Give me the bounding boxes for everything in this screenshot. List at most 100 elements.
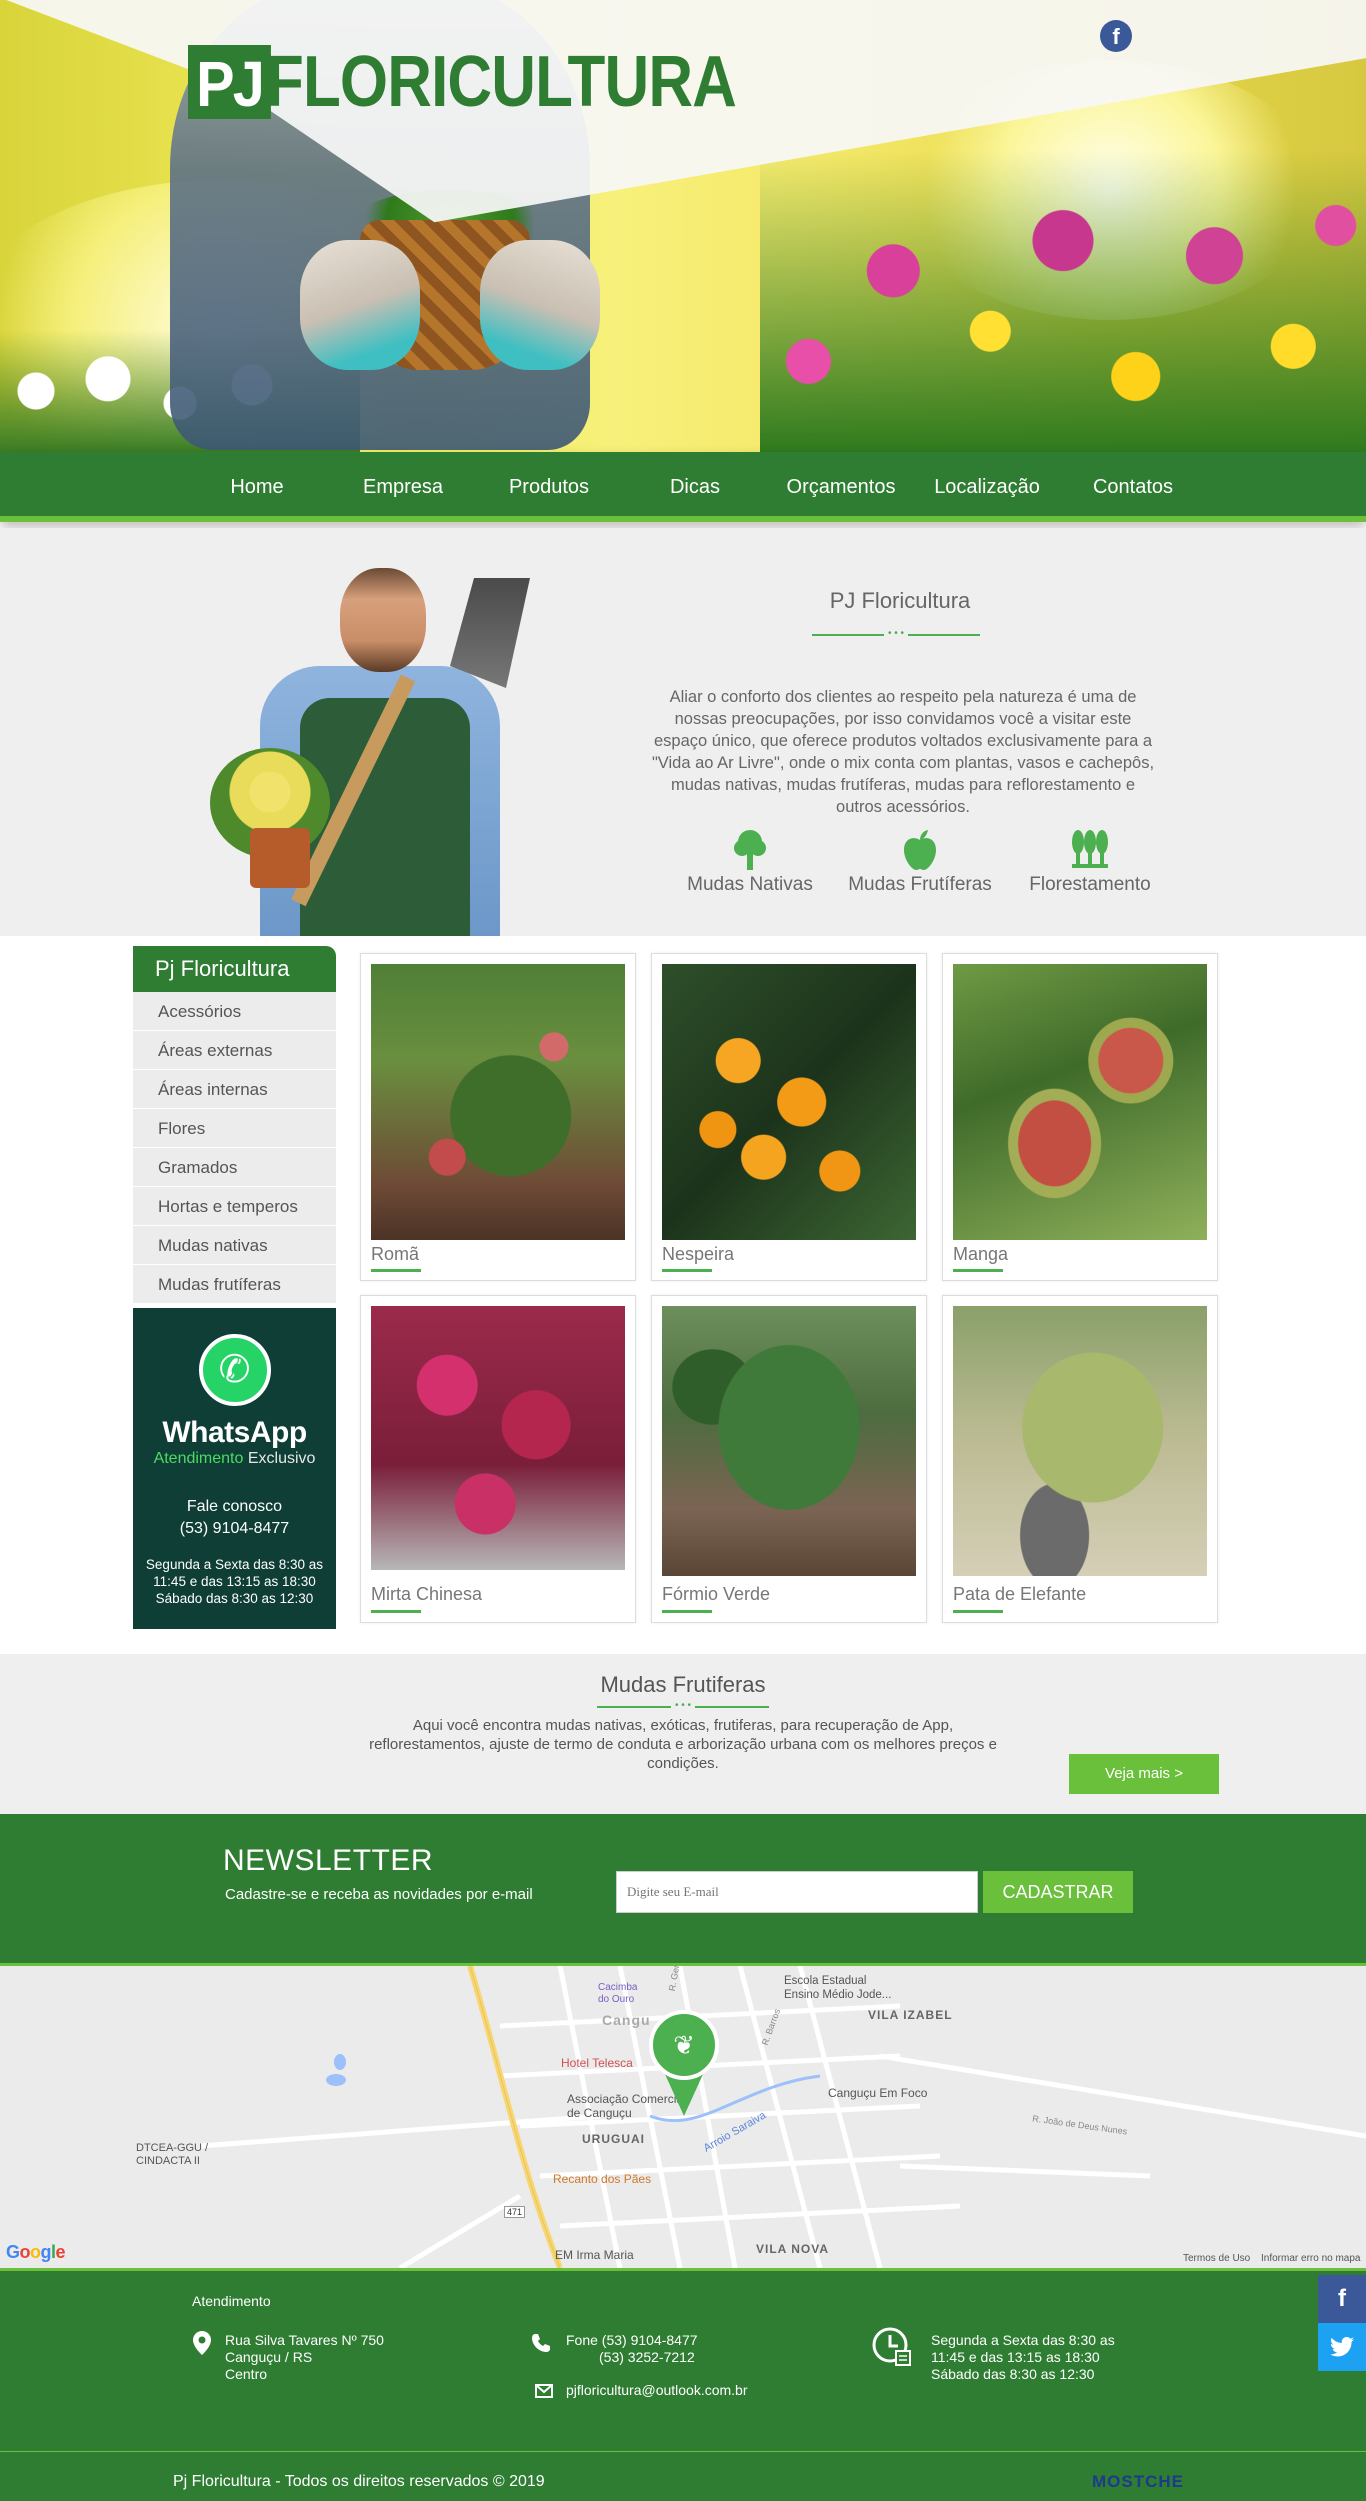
product-image-roma[interactable] [371,964,625,1240]
logo-pj: PJ [188,45,272,120]
category-sidebar: Pj Floricultura Acessórios Áreas externa… [133,946,336,1629]
product-name[interactable]: Nespeira [662,1244,734,1265]
about-title: PJ Floricultura [829,588,971,613]
email-icon [535,2384,553,2398]
location-map[interactable]: Escola Estadual Ensino Médio Jode... VIL… [0,1966,1366,2268]
map-label-em-irma: EM Irma Maria [555,2248,634,2262]
twitter-side-icon[interactable] [1318,2323,1366,2371]
mudas-frutiferas-section: Mudas Frutiferas • • • Aqui você encontr… [0,1654,1366,1814]
product-card[interactable]: Nespeira [651,953,927,1281]
email-input[interactable] [616,1871,978,1913]
feature-florestamento[interactable]: Florestamento [1010,828,1170,896]
newsletter-title: NEWSLETTER [223,1844,434,1877]
sidebar-item-mudas-frutiferas[interactable]: Mudas frutíferas [133,1265,336,1304]
product-image-formio-verde[interactable] [662,1306,916,1576]
location-icon [192,2331,212,2355]
feature-mudas-nativas[interactable]: Mudas Nativas [670,828,830,896]
forest-icon [1010,828,1170,870]
tree-icon [670,828,830,870]
map-label-recanto: Recanto dos Pães [553,2172,652,2186]
sidebar-item-acessorios[interactable]: Acessórios [133,992,336,1031]
location-pin-icon[interactable]: ❦ [649,2010,719,2080]
product-image-pata-de-elefante[interactable] [953,1306,1207,1576]
product-name[interactable]: Fórmio Verde [662,1584,770,1605]
newsletter-subtitle: Cadastre-se e receba as novidades por e-… [225,1886,533,1903]
google-logo[interactable]: Google [6,2242,66,2263]
map-label-uruguai: URUGUAI [582,2132,645,2146]
map-label-dtcea: DTCEA-GGU / CINDACTA II [136,2142,209,2167]
nav-contatos[interactable]: Contatos [1060,472,1206,502]
main-nav: Home Empresa Produtos Dicas Orçamentos L… [0,452,1366,522]
cadastrar-button[interactable]: CADASTRAR [983,1871,1133,1913]
map-label-vila-nova: VILA NOVA [756,2242,830,2256]
apple-icon [840,828,1000,870]
map-label-vila-izabel: VILA IZABEL [868,2008,953,2022]
logo-name: FLORICULTURA [266,42,737,122]
site-logo[interactable]: PJ FLORICULTURA [188,44,813,120]
footer-email[interactable]: pjfloricultura@outlook.com.br [566,2382,748,2399]
newsletter-section: NEWSLETTER Cadastre-se e receba as novid… [0,1814,1366,1966]
phone-icon [530,2333,552,2355]
mudas-divider: • • • [597,1700,769,1712]
product-card[interactable]: Fórmio Verde [651,1295,927,1623]
map-label-road-471: 471 [504,2206,526,2218]
sidebar-item-hortas[interactable]: Hortas e temperos [133,1187,336,1226]
nav-orcamentos[interactable]: Orçamentos [768,472,914,502]
facebook-side-icon[interactable]: f [1318,2275,1366,2323]
facebook-icon[interactable]: f [1100,20,1132,52]
sidebar-title: Pj Floricultura [133,946,336,992]
map-label-em-foco: Canguçu Em Foco [828,2086,928,2100]
nav-produtos[interactable]: Produtos [476,472,622,502]
product-name[interactable]: Romã [371,1244,419,1265]
man-with-shovel-image [150,548,560,936]
product-image-nespeira[interactable] [662,964,916,1240]
sidebar-item-flores[interactable]: Flores [133,1109,336,1148]
mudas-text: Aqui você encontra mudas nativas, exótic… [369,1717,997,1772]
whatsapp-brand: WhatsApp [162,1416,307,1449]
leaf-icon: ❦ [673,2030,695,2060]
product-image-mirta-chinesa[interactable] [371,1306,625,1570]
map-label-escola: Escola Estadual Ensino Médio Jode... [784,1975,892,2001]
whatsapp-icon: ✆ [198,1334,271,1406]
clock-icon [872,2327,912,2367]
product-image-manga[interactable] [953,964,1207,1240]
nav-empresa[interactable]: Empresa [330,472,476,502]
feature-list: Mudas Nativas Mudas Frutíferas Florestam… [670,828,1170,896]
map-report-link[interactable]: Informar erro no mapa [1261,2253,1361,2264]
product-card[interactable]: Manga [942,953,1218,1281]
product-name[interactable]: Pata de Elefante [953,1584,1086,1605]
veja-mais-button[interactable]: Veja mais > [1069,1754,1219,1794]
feature-mudas-frutiferas[interactable]: Mudas Frutíferas [840,828,1000,896]
sidebar-item-gramados[interactable]: Gramados [133,1148,336,1187]
footer-copyright: Pj Floricultura - Todos os direitos rese… [173,2473,545,2490]
product-card[interactable]: Mirta Chinesa [360,1295,636,1623]
nav-home[interactable]: Home [184,472,330,502]
product-card[interactable]: Romã [360,953,636,1281]
whatsapp-fale: Fale conosco [186,1498,283,1515]
footer: Atendimento Rua Silva Tavares Nº 750 Can… [0,2268,1366,2501]
product-name[interactable]: Mirta Chinesa [371,1584,482,1605]
footer-hours: Segunda a Sexta das 8:30 as 11:45 e das … [931,2332,1115,2382]
flowers-image [760,150,1366,452]
sidebar-item-areas-internas[interactable]: Áreas internas [133,1070,336,1109]
developer-logo[interactable]: MOSTCHE [1092,2472,1184,2492]
footer-address: Rua Silva Tavares Nº 750 Canguçu / RS Ce… [225,2332,384,2382]
map-terms-link[interactable]: Termos de Uso [1183,2253,1250,2264]
hero-banner: PJ FLORICULTURA f [0,0,1366,452]
product-name[interactable]: Manga [953,1244,1008,1265]
nav-dicas[interactable]: Dicas [622,472,768,502]
footer-attendance-title: Atendimento [192,2293,271,2309]
about-section: PJ Floricultura • • • Aliar o conforto d… [0,528,1366,936]
footer-phones: Fone (53) 9104-8477 (53) 3252-7212 [566,2332,698,2365]
whatsapp-box[interactable]: ✆ WhatsApp Atendimento Exclusivo Fale co… [133,1308,336,1629]
whatsapp-phone: (53) 9104-8477 [179,1520,290,1537]
title-divider: • • • [812,628,980,640]
about-text: Aliar o conforto dos clientes ao respeit… [651,688,1155,816]
sidebar-item-mudas-nativas[interactable]: Mudas nativas [133,1226,336,1265]
page: PJ FLORICULTURA f Home Empresa Produtos … [0,0,1366,2501]
nav-localizacao[interactable]: Localização [914,472,1060,502]
sidebar-item-areas-externas[interactable]: Áreas externas [133,1031,336,1070]
product-card[interactable]: Pata de Elefante [942,1295,1218,1623]
map-label-cacimba: Cacimba do Ouro [598,1982,638,2005]
map-label-hotel: Hotel Telesca [561,2056,633,2070]
